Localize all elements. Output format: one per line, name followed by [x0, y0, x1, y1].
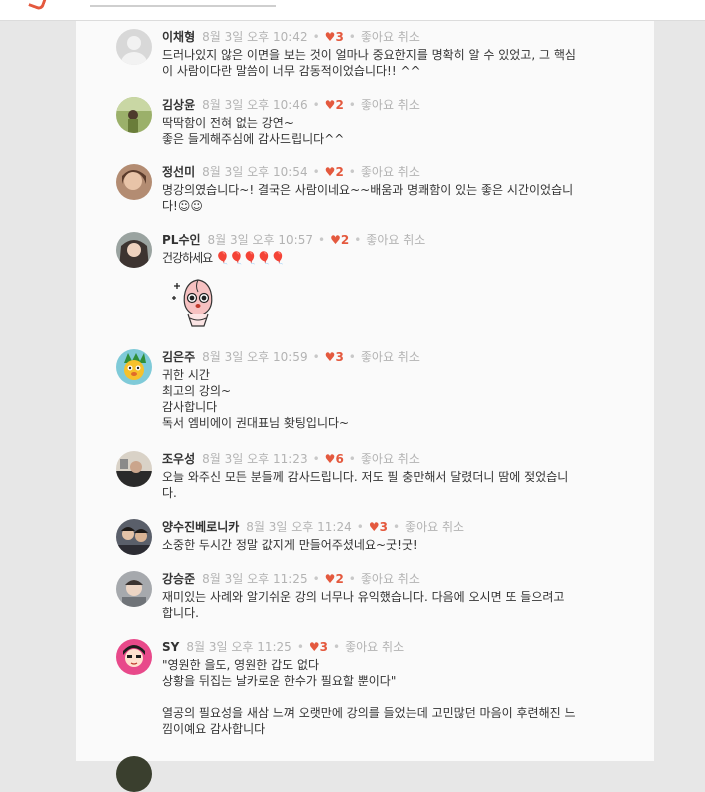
comment-text: 드러나있지 않은 이면을 보는 것이 얼마나 중요한지를 명확히 알 수 있었고… [162, 48, 576, 78]
avatar[interactable] [116, 639, 152, 675]
comment-text: 건강하세요 🎈🎈🎈🎈🎈 [162, 251, 286, 265]
like-count: 3 [335, 30, 344, 44]
unlike-button[interactable]: 좋아요 취소 [366, 233, 425, 247]
top-bar [0, 0, 705, 21]
comment-author[interactable]: SY [162, 640, 179, 654]
heart-icon: ♥ [324, 452, 336, 466]
avatar[interactable] [116, 97, 152, 133]
comment-time: 8월 3일 오후 10:46 [202, 98, 308, 112]
like-count: 3 [319, 640, 329, 654]
comment-time: 8월 3일 오후 11:25 [202, 572, 308, 586]
comment-time: 8월 3일 오후 11:24 [246, 520, 352, 534]
comment-text: "영원한 을도, 영원한 갑도 없다 상황을 뒤집는 날카로운 한수가 필요할 … [162, 658, 576, 736]
unlike-button[interactable]: 좋아요 취소 [405, 520, 464, 534]
unlike-button[interactable]: 좋아요 취소 [345, 640, 404, 654]
comments-panel: 이채형 8월 3일 오후 10:42 • ♥3 • 좋아요 취소 드러나있지 않은 이면을… [76, 21, 654, 792]
comment-time: 8월 3일 오후 11:23 [202, 452, 308, 466]
avatar[interactable] [116, 519, 152, 555]
comment-time: 8월 3일 오후 10:57 [207, 233, 313, 247]
unlike-button[interactable]: 좋아요 취소 [361, 572, 420, 586]
unlike-button[interactable]: 좋아요 취소 [361, 98, 420, 112]
like-count: 2 [335, 165, 344, 179]
comment-text: 명강의였습니다~! 결국은 사람이네요~~배움과 명쾌함이 있는 좋은 시간이었… [162, 183, 574, 213]
comment-text: 소중한 두시간 정말 값지게 만들어주셨네요~굿!굿! [162, 538, 418, 552]
like-count: 2 [340, 233, 350, 247]
comment-text: 재미있는 사례와 알기쉬운 강의 너무나 유익했습니다. 다음에 오시면 또 들… [162, 590, 565, 620]
comment-author[interactable]: 강승준 [162, 572, 195, 586]
avatar[interactable] [116, 232, 152, 268]
comment-author[interactable]: 김은주 [162, 350, 195, 364]
peach-sticker-icon [168, 274, 228, 334]
comment-time: 8월 3일 오후 10:59 [202, 350, 308, 364]
heart-icon: ♥ [324, 350, 336, 364]
like-count: 3 [379, 520, 388, 534]
comment-time: 8월 3일 오후 10:42 [202, 30, 308, 44]
comment-author[interactable]: 양수진베로니카 [162, 520, 239, 534]
unlike-button[interactable]: 좋아요 취소 [361, 30, 420, 44]
unlike-button[interactable]: 좋아요 취소 [361, 350, 420, 364]
avatar[interactable] [116, 29, 152, 65]
heart-icon: ♥ [324, 98, 336, 112]
comment-time: 8월 3일 오후 11:25 [186, 640, 292, 654]
comment-author[interactable]: PL수인 [162, 233, 201, 247]
unlike-button[interactable]: 좋아요 취소 [361, 452, 420, 466]
logo-icon[interactable] [28, 0, 47, 12]
comment-author[interactable]: 조우성 [162, 452, 195, 466]
heart-icon: ♥ [324, 572, 336, 586]
comment-author[interactable]: 김상윤 [162, 98, 195, 112]
heart-icon: ♥ [368, 520, 380, 534]
heart-icon: ♥ [308, 640, 320, 654]
avatar[interactable] [116, 756, 152, 792]
comment-text: 오늘 와주신 모든 분들께 감사드립니다. 저도 필 충만해서 달렸더니 땀에 … [162, 470, 569, 500]
heart-icon: ♥ [330, 233, 341, 247]
comment-text: 귀한 시간 최고의 강의~ 감사합니다 독서 엠비에이 권대표님 홧팅입니다~ [162, 368, 350, 430]
comment-time: 8월 3일 오후 10:54 [202, 165, 308, 179]
like-count: 3 [335, 350, 344, 364]
avatar[interactable] [116, 571, 152, 607]
like-count: 6 [335, 452, 344, 466]
comment-author[interactable]: 이채형 [162, 30, 195, 44]
avatar[interactable] [116, 451, 152, 487]
avatar[interactable] [116, 349, 152, 385]
heart-icon: ♥ [324, 165, 336, 179]
avatar[interactable] [116, 164, 152, 200]
search-input[interactable] [90, 5, 276, 7]
comment-author[interactable]: 정선미 [162, 165, 195, 179]
comment-text: 딱딱함이 전혀 없는 강연~ 좋은 들게해주심에 감사드립니다^^ [162, 116, 345, 146]
heart-icon: ♥ [324, 30, 336, 44]
unlike-button[interactable]: 좋아요 취소 [361, 165, 420, 179]
like-count: 2 [335, 572, 344, 586]
like-count: 2 [335, 98, 344, 112]
